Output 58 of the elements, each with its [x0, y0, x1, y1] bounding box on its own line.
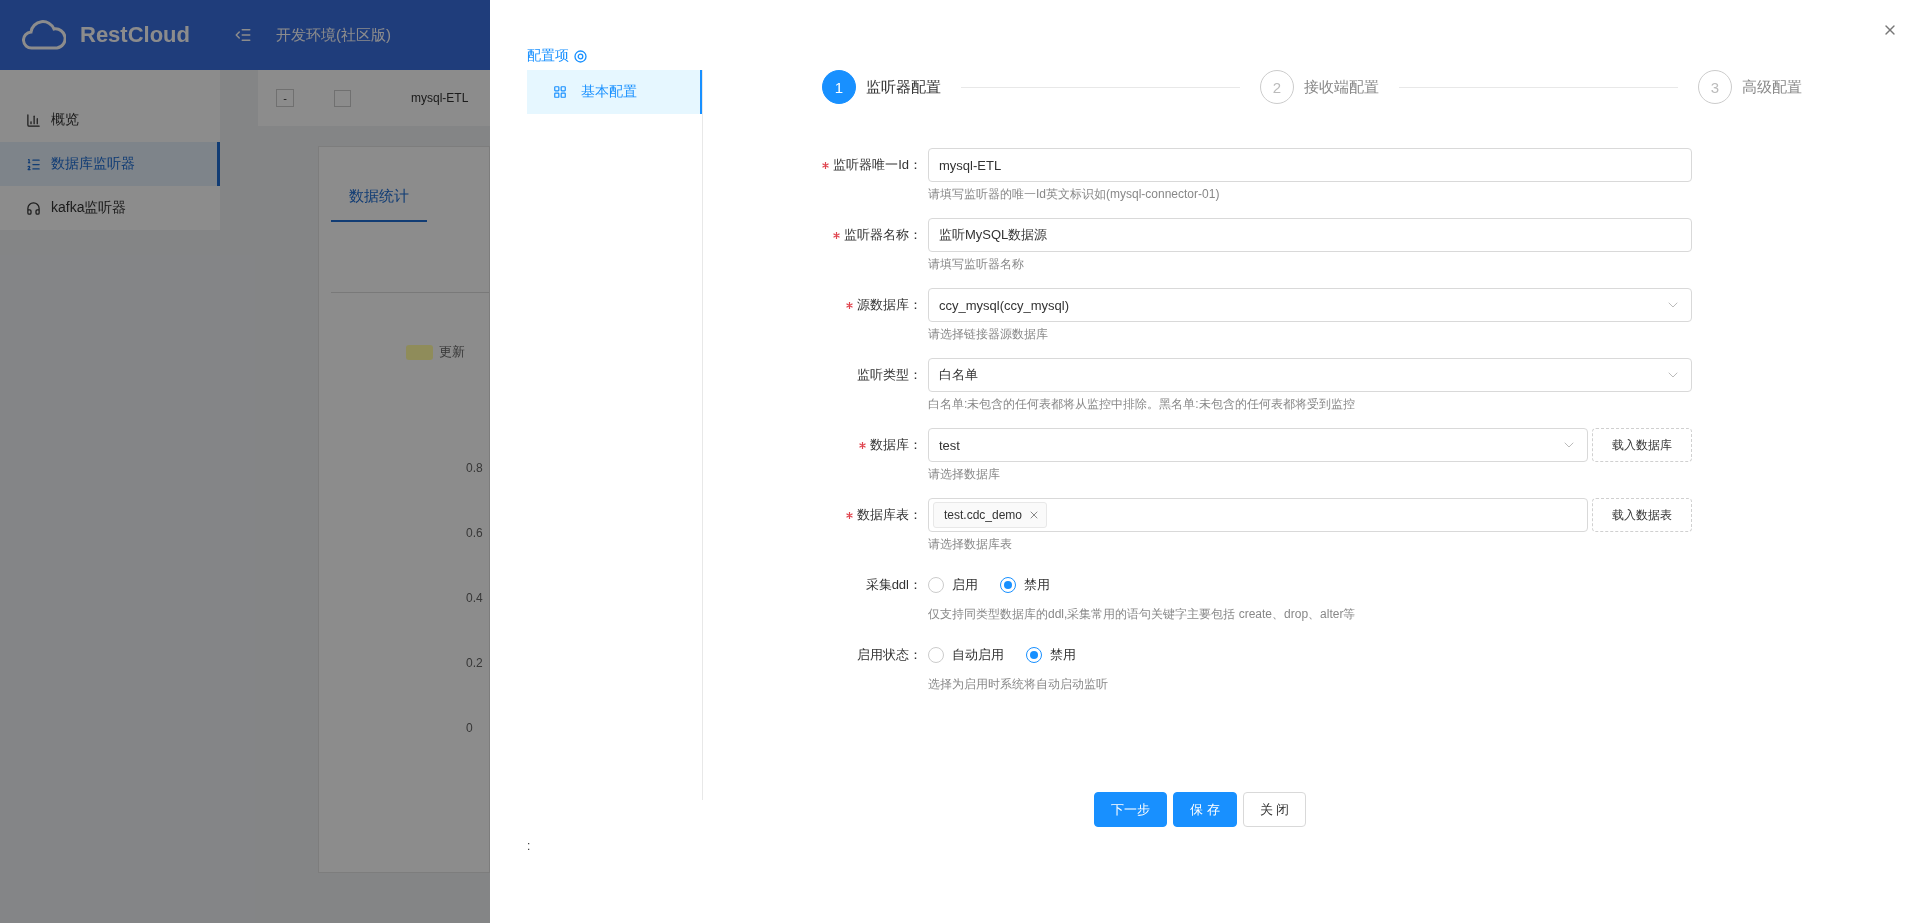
section-title: 配置项: [527, 47, 569, 65]
axis-tick-label: 0.6: [466, 526, 484, 540]
collapse-button[interactable]: -: [276, 89, 294, 107]
help-text: 请填写监听器名称: [928, 256, 1025, 272]
cloud-logo-icon: [22, 20, 66, 50]
field-label: 采集ddl：: [865, 576, 922, 594]
field-label: 源数据库：: [857, 296, 922, 314]
step-label: 高级配置: [1742, 77, 1802, 97]
field-label: 监听器唯一Id：: [833, 156, 922, 174]
environment-title: 开发环境(社区版): [276, 25, 391, 45]
field-label: 启用状态：: [857, 646, 922, 664]
table-cell: mysql-ETL: [411, 91, 469, 105]
axis-tick-label: 0.4: [466, 591, 484, 605]
axis-tick-label: 0: [466, 721, 474, 735]
field-label: 数据库表：: [857, 506, 922, 524]
help-text: 请填写监听器的唯一Id英文标识如(mysql-connector-01): [928, 186, 1221, 202]
field-label: 监听类型：: [857, 366, 922, 384]
menu-icon[interactable]: [234, 26, 252, 44]
help-text: 请选择数据库: [928, 466, 1001, 482]
axis-tick-label: 0.8: [466, 461, 484, 475]
radio-option[interactable]: 禁用: [1026, 646, 1076, 664]
step-number: 3: [1698, 70, 1732, 104]
help-text: 选择为启用时系统将自动启动监听: [928, 676, 1109, 692]
text-field[interactable]: 监听MySQL数据源: [928, 218, 1692, 252]
sidebar-icon: [26, 156, 41, 172]
radio-option[interactable]: 禁用: [1000, 576, 1050, 594]
close-button[interactable]: 关 闭: [1242, 792, 1307, 827]
radio-option[interactable]: 启用: [928, 576, 978, 594]
step-number: 2: [1260, 70, 1294, 104]
sidebar-item[interactable]: kafka监听器: [0, 186, 220, 230]
help-text: 请选择链接器源数据库: [928, 326, 1049, 342]
radio-option[interactable]: 自动启用: [928, 646, 1004, 664]
tag-select-field[interactable]: test.cdc_demo: [928, 498, 1588, 532]
field-label: 监听器名称：: [844, 226, 922, 244]
load-button[interactable]: 载入数据表: [1592, 498, 1692, 532]
target-icon: [574, 49, 587, 63]
select-field[interactable]: ccy_mysql(ccy_mysql): [928, 288, 1692, 322]
legend-label: 更新: [439, 343, 465, 361]
footer-mark: :: [527, 839, 531, 853]
sidebar-item[interactable]: 概览: [0, 98, 220, 142]
help-text: 请选择数据库表: [928, 536, 1013, 552]
step-label: 监听器配置: [866, 77, 941, 97]
logo-text: RestCloud: [80, 22, 190, 48]
tag: test.cdc_demo: [933, 502, 1048, 528]
field-label: 数据库：: [870, 436, 922, 454]
step-label: 接收端配置: [1304, 77, 1379, 97]
text-field[interactable]: mysql-ETL: [928, 148, 1692, 182]
select-field[interactable]: test: [928, 428, 1588, 462]
load-button[interactable]: 载入数据库: [1592, 428, 1692, 462]
help-text: 白名单:未包含的任何表都将从监控中排除。黑名单:未包含的任何表都将受到监控: [928, 396, 1356, 412]
checkbox[interactable]: [334, 89, 351, 107]
select-field[interactable]: 白名单: [928, 358, 1692, 392]
step-number: 1: [822, 70, 856, 104]
grid-icon: [553, 85, 567, 99]
sidebar-icon: [26, 112, 41, 128]
help-text: 仅支持同类型数据库的ddl,采集常用的语句关键字主要包括 create、drop、alter等: [928, 606, 1357, 622]
axis-tick-label: 0.2: [466, 656, 484, 670]
sidebar-icon: [26, 200, 41, 216]
